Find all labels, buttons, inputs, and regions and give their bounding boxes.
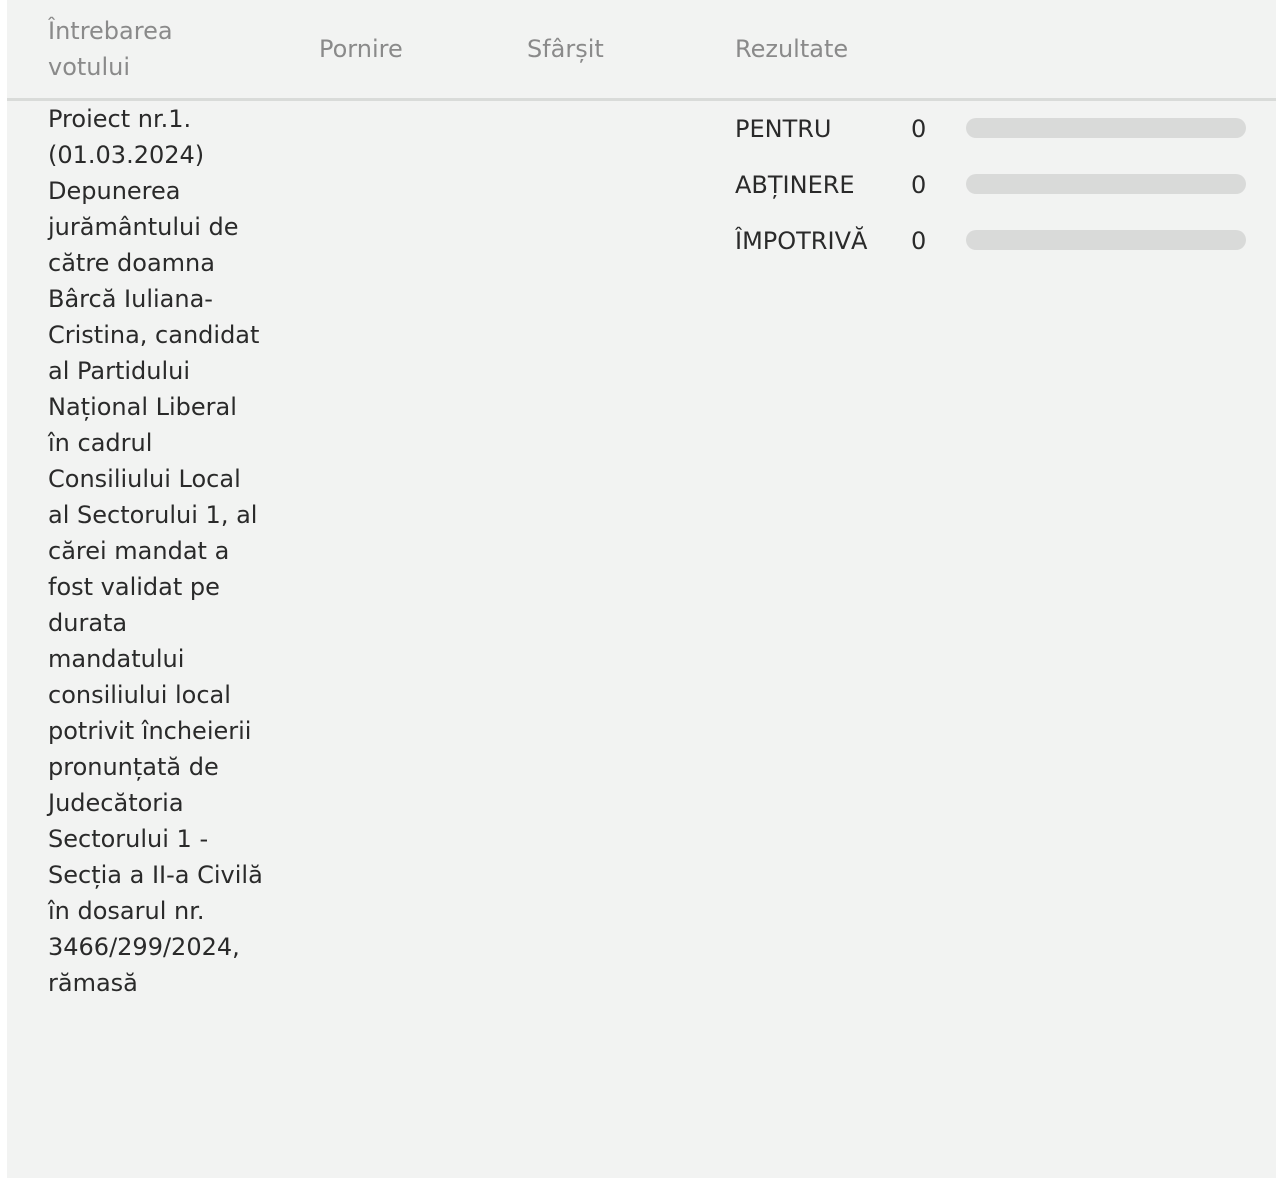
header-question[interactable]: Întrebarea votului [48,13,248,85]
header-results[interactable]: Rezultate [735,31,848,67]
result-count: 0 [911,171,927,199]
votes-panel: Întrebarea votului Pornire Sfârșit Rezul… [7,0,1276,1178]
result-count: 0 [911,115,927,143]
result-label: PENTRU [735,115,832,143]
result-progress-bar [966,230,1246,250]
vote-question-text: Proiect nr.1. (01.03.2024) Depunerea jur… [48,105,263,997]
result-progress-bar [966,174,1246,194]
result-label: ABȚINERE [735,171,855,199]
result-row-impotriva: ÎMPOTRIVĂ 0 [735,223,1255,279]
header-start[interactable]: Pornire [319,31,403,67]
result-label: ÎMPOTRIVĂ [735,227,868,255]
result-progress-bar [966,118,1246,138]
result-row-pentru: PENTRU 0 [735,111,1255,167]
result-row-abtinere: ABȚINERE 0 [735,167,1255,223]
vote-results: PENTRU 0 ABȚINERE 0 ÎMPOTRIVĂ 0 [735,111,1255,279]
result-count: 0 [911,227,927,255]
header-end[interactable]: Sfârșit [527,31,604,67]
table-header: Întrebarea votului Pornire Sfârșit Rezul… [7,0,1276,101]
